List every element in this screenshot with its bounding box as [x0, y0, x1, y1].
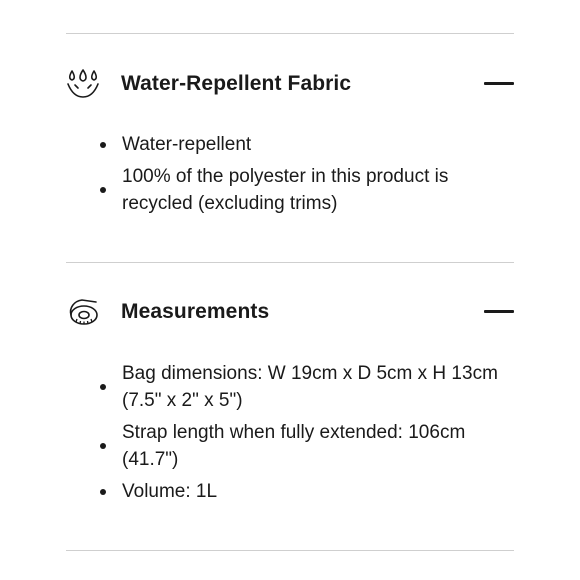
list-item-text: Water-repellent	[122, 134, 252, 155]
tape-measure-icon	[69, 299, 98, 325]
water-drops-icon	[67, 69, 99, 98]
measurements-list: Bag dimensions: W 19cm x D 5cm x H 13cm …	[100, 360, 500, 510]
section-divider	[66, 33, 514, 34]
list-item-text: Strap length when fully extended: 106cm …	[122, 422, 466, 470]
list-item: Water-repellent	[100, 131, 500, 158]
accordion-header-measurements[interactable]: Measurements	[66, 292, 514, 332]
bullet-icon	[100, 141, 106, 148]
bullet-icon	[100, 488, 106, 495]
section-divider	[66, 550, 514, 551]
collapse-minus-icon[interactable]	[484, 310, 514, 313]
section-divider	[66, 262, 514, 263]
list-item: 100% of the polyester in this product is…	[100, 163, 500, 217]
section-title: Water-Repellent Fabric	[121, 72, 352, 95]
list-item-text: Volume: 1L	[122, 481, 218, 502]
product-details-accordion: Water-Repellent Fabric Water-repellent 1…	[0, 0, 580, 580]
feature-list: Water-repellent 100% of the polyester in…	[100, 131, 500, 222]
list-item: Strap length when fully extended: 106cm …	[100, 419, 500, 473]
section-title: Measurements	[121, 300, 270, 323]
list-item-text: Bag dimensions: W 19cm x D 5cm x H 13cm …	[122, 363, 498, 411]
bullet-icon	[100, 384, 106, 390]
accordion-header-water-repellent[interactable]: Water-Repellent Fabric	[66, 64, 514, 104]
partial-icon	[68, 0, 98, 3]
collapse-minus-icon[interactable]	[484, 82, 514, 85]
list-item: Volume: 1L	[100, 478, 500, 505]
bullet-icon	[100, 443, 106, 449]
list-item-text: 100% of the polyester in this product is…	[122, 166, 449, 214]
bullet-icon	[100, 187, 106, 193]
list-item: Bag dimensions: W 19cm x D 5cm x H 13cm …	[100, 360, 500, 414]
